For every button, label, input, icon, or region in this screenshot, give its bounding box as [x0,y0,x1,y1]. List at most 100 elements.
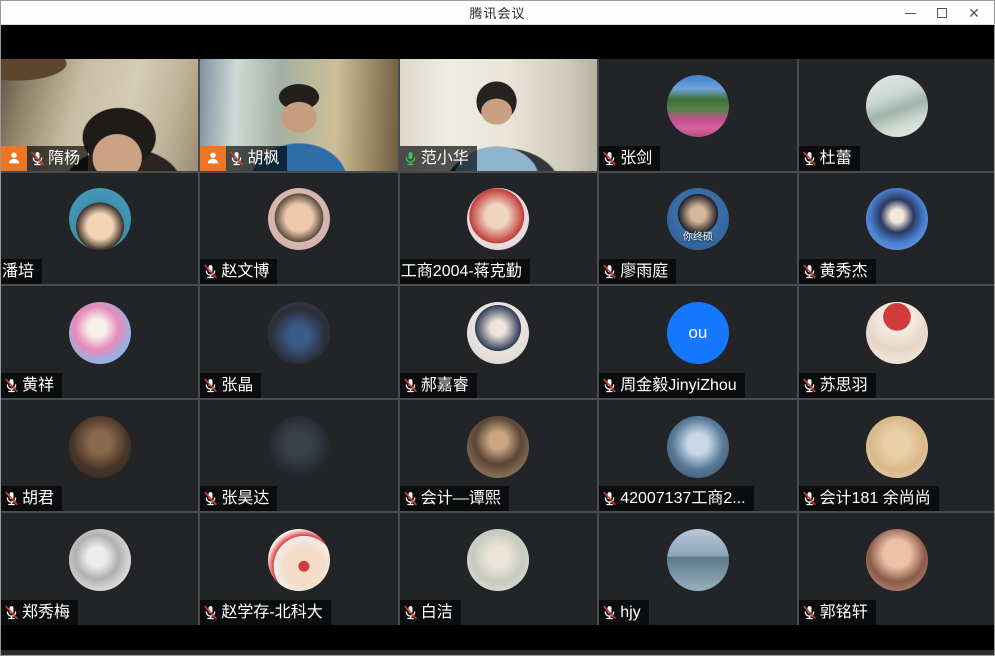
participant-tile-25[interactable]: 郭铭轩 [799,513,995,625]
participant-tile-21[interactable]: 郑秀梅 [1,513,198,625]
participant-tile-7[interactable]: 赵文博 [200,173,397,285]
participant-tile-13[interactable]: 郝嘉睿 [400,286,597,398]
participant-tile-20[interactable]: 会计181 余尚尚 [799,400,995,512]
mic-icon [602,378,617,393]
participant-tile-15[interactable]: 苏思羽 [799,286,995,398]
participant-name: hjy [620,600,640,625]
close-icon: ✕ [968,6,980,20]
mic-icon [802,491,817,506]
avatar: 你终硕 [667,188,729,250]
participant-name: 42007137工商2... [620,486,745,511]
host-badge [1,146,27,171]
participant-name: 胡君 [22,486,54,511]
name-label: 胡君 [1,486,62,511]
participant-name: 郝嘉睿 [421,373,469,398]
mic-icon [203,378,218,393]
name-label: 42007137工商2... [599,486,753,511]
mic-icon [229,151,244,166]
mic-icon [4,378,19,393]
participant-tile-12[interactable]: 张晶 [200,286,397,398]
avatar [467,188,529,250]
maximize-icon [937,8,947,18]
name-label: 赵学存-北科大 [200,600,330,625]
avatar [268,302,330,364]
participant-tile-6[interactable]: 潘培 [1,173,198,285]
participant-label-row: 42007137工商2... [599,486,753,511]
avatar [69,416,131,478]
participant-tile-11[interactable]: 黄祥 [1,286,198,398]
participant-tile-17[interactable]: 张昊达 [200,400,397,512]
avatar [667,75,729,137]
maximize-button[interactable] [926,1,958,25]
mic-icon [30,151,45,166]
participant-tile-3[interactable]: 范小华 [400,59,597,171]
participant-name: 周金毅JinyiZhou [620,373,736,398]
close-button[interactable]: ✕ [958,1,990,25]
participant-name: 工商2004-蒋克勤 [401,259,522,284]
participant-name: 张昊达 [221,486,269,511]
participant-name: 郭铭轩 [820,600,868,625]
participant-label-row: 郭铭轩 [799,600,876,625]
participant-tile-18[interactable]: 会计—谭熙 [400,400,597,512]
participant-name: 隋杨 [48,146,80,171]
participant-label-row: 黄祥 [1,373,62,398]
mic-icon [802,378,817,393]
name-label: 赵文博 [200,259,277,284]
participant-tile-16[interactable]: 胡君 [1,400,198,512]
participant-tile-10[interactable]: 黄秀杰 [799,173,995,285]
participant-tile-2[interactable]: 胡枫 [200,59,397,171]
participant-tile-1[interactable]: 隋杨 [1,59,198,171]
mic-icon [802,151,817,166]
name-label: 黄祥 [1,373,62,398]
mic-icon [802,605,817,620]
participant-name: 黄祥 [22,373,54,398]
name-label: 苏思羽 [799,373,876,398]
participant-name: 赵学存-北科大 [221,600,322,625]
participant-label-row: 郝嘉睿 [400,373,477,398]
participant-name: 廖雨庭 [620,259,668,284]
participant-tile-8[interactable]: 工商2004-蒋克勤 [400,173,597,285]
avatar: ou [667,302,729,364]
name-label: 隋杨 [27,146,88,171]
avatar [866,188,928,250]
name-label: 郭铭轩 [799,600,876,625]
participant-label-row: 会计—谭熙 [400,486,509,511]
avatar [467,416,529,478]
mic-icon [403,491,418,506]
participant-tile-23[interactable]: 白洁 [400,513,597,625]
name-label: 张晶 [200,373,261,398]
collapsed-toolbar-strip[interactable] [1,650,994,655]
participant-tile-22[interactable]: 赵学存-北科大 [200,513,397,625]
participant-label-row: 廖雨庭 [599,259,676,284]
name-label: hjy [599,600,648,625]
avatar [69,302,131,364]
name-label: 范小华 [400,146,477,171]
participant-tile-14[interactable]: ou 周金毅JinyiZhou [599,286,796,398]
participant-label-row: 苏思羽 [799,373,876,398]
mic-icon [602,605,617,620]
mic-icon [203,605,218,620]
window-controls: ✕ [894,1,990,25]
tencent-meeting-window: 腾讯会议 ✕ [0,0,995,656]
minimize-button[interactable] [894,1,926,25]
host-badge [200,146,226,171]
meeting-stage: 隋杨 胡枫 [1,25,994,655]
participant-tile-24[interactable]: hjy [599,513,796,625]
participant-tile-5[interactable]: 杜蕾 [799,59,995,171]
participant-label-row: 赵文博 [200,259,277,284]
participant-name: 潘培 [2,259,34,284]
avatar [268,416,330,478]
participant-label-row: 周金毅JinyiZhou [599,373,744,398]
name-label: 张剑 [599,146,660,171]
participant-tile-4[interactable]: 张剑 [599,59,796,171]
participant-tile-19[interactable]: 42007137工商2... [599,400,796,512]
participant-label-row: 黄秀杰 [799,259,876,284]
participant-name: 会计181 余尚尚 [820,486,931,511]
mic-icon [802,264,817,279]
participant-tile-9[interactable]: 你终硕 廖雨庭 [599,173,796,285]
participant-label-row: 隋杨 [1,146,88,171]
participant-name: 杜蕾 [820,146,852,171]
avatar [268,188,330,250]
participant-label-row: 工商2004-蒋克勤 [400,259,530,284]
avatar [467,529,529,591]
